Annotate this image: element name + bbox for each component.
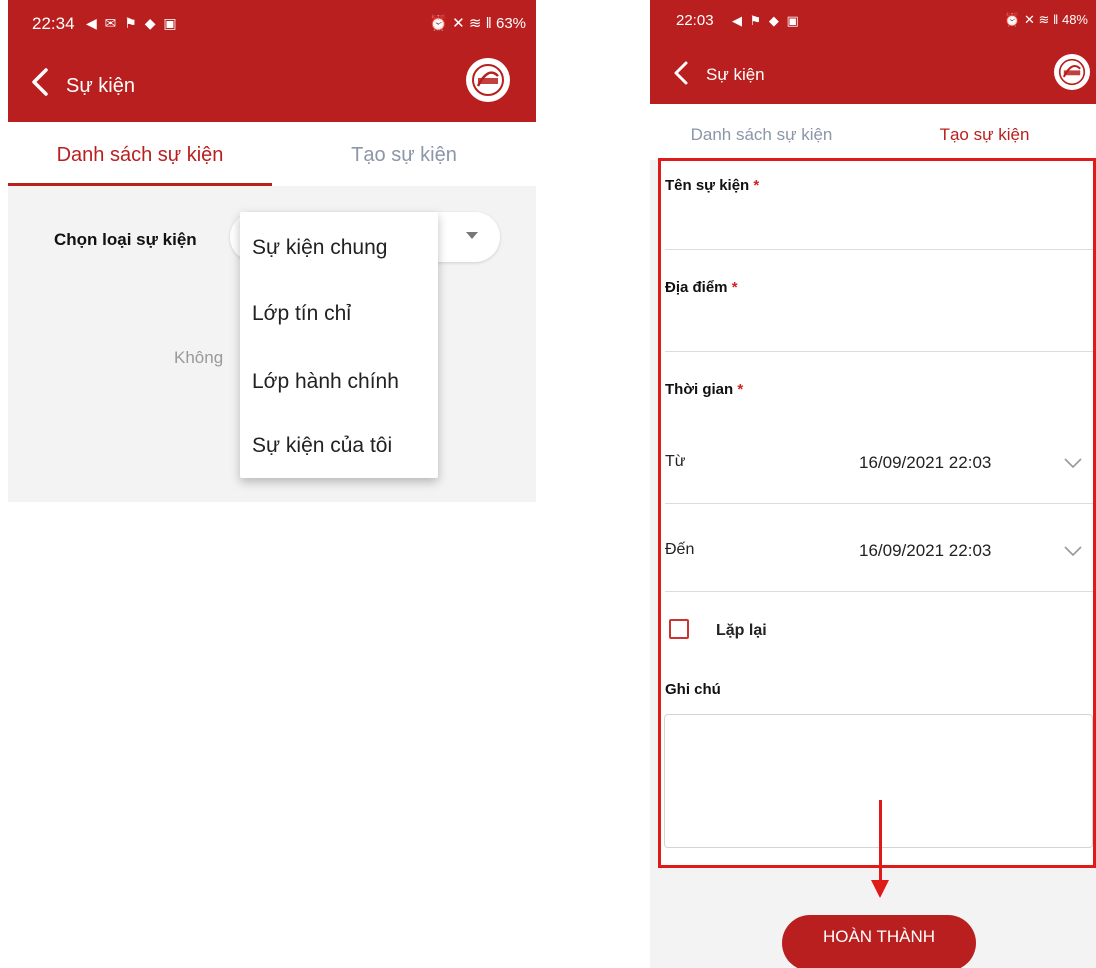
- submit-button[interactable]: HOÀN THÀNH: [782, 915, 976, 968]
- active-tab-indicator: [8, 183, 272, 186]
- chevron-down-icon[interactable]: [1063, 457, 1083, 469]
- page-title: Sự kiện: [66, 75, 135, 97]
- to-label: Đến: [665, 541, 695, 558]
- right-screen: 22:03 ◀ ⚑ ◆ ▣ ⏰ ✕ ≋ ‖ 48% Sự kiện Danh s…: [650, 0, 1096, 968]
- tab-event-list[interactable]: Danh sách sự kiện: [8, 122, 272, 186]
- event-type-dropdown: Sự kiện chung Lớp tín chỉ Lớp hành chính…: [240, 212, 438, 478]
- location-label: Địa điểm *: [665, 279, 738, 296]
- status-time: 22:34: [32, 14, 75, 33]
- status-bar: 22:34 ◀ ✉ ⚑ ◆ ▣ ⏰ ✕ ≋ ‖ 63%: [8, 0, 536, 44]
- event-type-label: Chọn loại sự kiện: [54, 230, 197, 249]
- notification-icons: ◀ ✉ ⚑ ◆ ▣: [86, 15, 179, 31]
- caret-down-icon: [466, 232, 478, 239]
- tab-bar: Danh sách sự kiện Tạo sự kiện: [8, 122, 536, 186]
- from-datetime[interactable]: 16/09/2021 22:03: [859, 453, 991, 473]
- divider: [665, 351, 1093, 352]
- logo-icon[interactable]: [466, 58, 510, 102]
- create-event-form: Tên sự kiện * Địa điểm * Thời gian * Từ …: [658, 158, 1096, 868]
- event-name-input[interactable]: [665, 207, 1089, 247]
- tab-create-event[interactable]: Tạo sự kiện: [873, 104, 1096, 160]
- status-bar: 22:03 ◀ ⚑ ◆ ▣ ⏰ ✕ ≋ ‖ 48%: [650, 0, 1096, 44]
- divider: [665, 249, 1093, 250]
- dropdown-option-my-events[interactable]: Sự kiện của tôi: [252, 434, 392, 458]
- back-arrow-icon[interactable]: [26, 64, 56, 100]
- divider: [665, 503, 1093, 504]
- location-input[interactable]: [665, 309, 1089, 349]
- back-arrow-icon[interactable]: [670, 58, 694, 88]
- note-label: Ghi chú: [665, 681, 721, 698]
- to-datetime[interactable]: 16/09/2021 22:03: [859, 541, 991, 561]
- divider: [665, 591, 1093, 592]
- dropdown-option-admin-class[interactable]: Lớp hành chính: [252, 370, 399, 394]
- notification-icons: ◀ ⚑ ◆ ▣: [732, 13, 801, 28]
- annotation-arrow: [879, 800, 882, 884]
- page-title: Sự kiện: [706, 65, 765, 84]
- tab-create-event[interactable]: Tạo sự kiện: [272, 122, 536, 186]
- battery-status: ⏰ ✕ ≋ ‖ 48%: [1004, 12, 1088, 27]
- from-label: Từ: [665, 453, 686, 470]
- tab-event-list[interactable]: Danh sách sự kiện: [650, 104, 873, 160]
- status-time: 22:03: [676, 12, 714, 29]
- app-bar: Sự kiện: [650, 44, 1096, 104]
- dropdown-option-credit-class[interactable]: Lớp tín chỉ: [252, 302, 351, 326]
- empty-state-text: Không: [174, 348, 224, 367]
- battery-status: ⏰ ✕ ≋ ‖ 63%: [429, 15, 526, 32]
- dropdown-option-general[interactable]: Sự kiện chung: [252, 236, 387, 260]
- event-name-label: Tên sự kiện *: [665, 177, 760, 194]
- left-screen: 22:34 ◀ ✉ ⚑ ◆ ▣ ⏰ ✕ ≋ ‖ 63% Sự kiện Danh…: [8, 0, 536, 502]
- repeat-label: Lặp lại: [716, 622, 767, 639]
- tab-bar: Danh sách sự kiện Tạo sự kiện: [650, 104, 1096, 160]
- app-bar: Sự kiện: [8, 44, 536, 122]
- annotation-arrow-head: [871, 880, 889, 898]
- time-label: Thời gian *: [665, 381, 744, 398]
- logo-icon[interactable]: [1054, 54, 1090, 90]
- chevron-down-icon[interactable]: [1063, 545, 1083, 557]
- repeat-checkbox[interactable]: [669, 619, 689, 639]
